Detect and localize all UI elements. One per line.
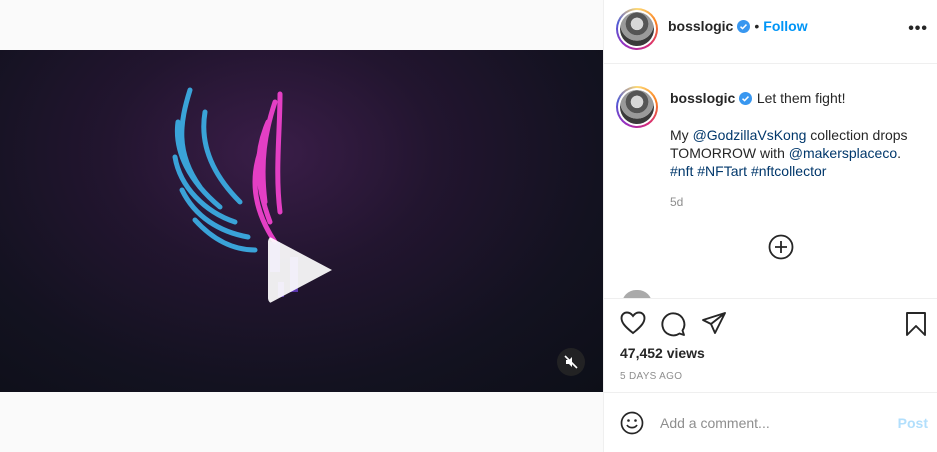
mention-godzillavskong[interactable]: @GodzillaVsKong: [693, 127, 807, 143]
caption-area: bosslogic Let them fight! My @GodzillaVs…: [604, 64, 937, 299]
verified-badge-icon: [739, 92, 753, 105]
mute-button[interactable]: [557, 348, 585, 376]
post-sidebar: bosslogic • Follow ••• bosslogic Let them …: [603, 0, 937, 452]
caption-time: 5d: [670, 195, 684, 209]
play-button[interactable]: [268, 236, 332, 304]
caption-body: My @GodzillaVsKong collection drops TOMO…: [670, 127, 908, 179]
next-comment-avatar: [622, 290, 652, 298]
follow-button[interactable]: Follow: [763, 18, 807, 34]
muted-speaker-icon: [564, 355, 578, 369]
emoji-icon[interactable]: [620, 411, 644, 435]
post-header: bosslogic • Follow •••: [604, 0, 937, 64]
add-circle-icon[interactable]: [768, 234, 794, 260]
caption-headline-text: Let them fight!: [756, 90, 846, 106]
caption-avatar[interactable]: [616, 86, 658, 128]
caption-username[interactable]: bosslogic: [670, 90, 735, 106]
comment-input[interactable]: [660, 411, 880, 435]
comment-box: Post: [604, 392, 937, 452]
avatar[interactable]: [616, 8, 658, 50]
mention-makersplaceco[interactable]: @makersplaceco: [789, 145, 897, 161]
post-button[interactable]: Post: [898, 415, 928, 431]
comment-icon[interactable]: [660, 311, 686, 337]
heart-icon[interactable]: [620, 311, 646, 335]
header-user-line: bosslogic • Follow: [668, 18, 808, 36]
caption-headline: bosslogic Let them fight!: [670, 90, 920, 108]
post-date[interactable]: 5 DAYS AGO: [620, 371, 682, 382]
verified-badge-icon: [737, 20, 751, 33]
media-column: [0, 0, 603, 452]
header-username[interactable]: bosslogic: [668, 18, 733, 34]
hashtag-nftcollector[interactable]: #nftcollector: [751, 163, 826, 179]
bookmark-icon[interactable]: [905, 311, 927, 337]
video-player[interactable]: [0, 50, 603, 392]
separator-dot: •: [754, 18, 760, 34]
hashtag-nft[interactable]: #nft: [670, 163, 693, 179]
more-options-icon[interactable]: •••: [908, 20, 928, 38]
share-icon[interactable]: [701, 311, 727, 335]
hashtag-nftart[interactable]: #NFTart: [697, 163, 747, 179]
view-count[interactable]: 47,452 views: [620, 345, 705, 361]
